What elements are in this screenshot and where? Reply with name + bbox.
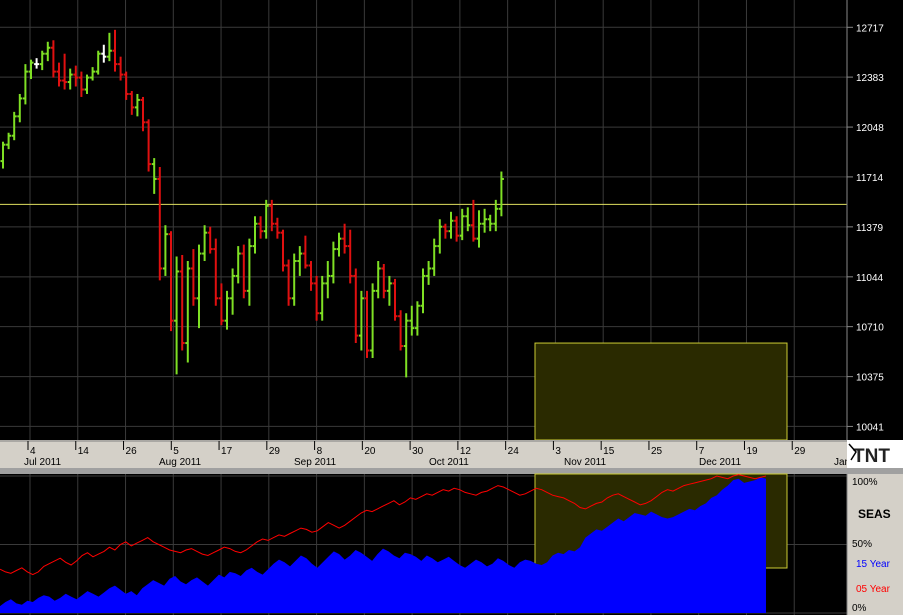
pct-0-label: 0% (852, 603, 867, 614)
chart-canvas: 1004110375107101104411379117141204812383… (0, 0, 903, 615)
x-day-label: 5 (173, 446, 179, 457)
tnt-logo[interactable]: TNT (847, 440, 903, 468)
x-day-label: 14 (78, 446, 90, 457)
x-day-label: 20 (364, 446, 376, 457)
x-day-label: 3 (555, 446, 561, 457)
logo-text: TNT (853, 446, 890, 467)
x-day-label: 29 (269, 446, 281, 457)
projection-band (534, 342, 788, 441)
x-month-label: Dec 2011 (699, 457, 742, 468)
y-tick-label: 11379 (856, 223, 884, 234)
x-day-label: 12 (460, 446, 472, 457)
x-day-label: 26 (126, 446, 138, 457)
x-month-label: Aug 2011 (159, 457, 202, 468)
x-day-label: 15 (603, 446, 615, 457)
pct-100-label: 100% (852, 477, 878, 488)
x-month-label: Jul 2011 (24, 457, 62, 468)
legend-15-year: 15 Year (856, 559, 891, 570)
y-tick-label: 10375 (856, 373, 884, 384)
y-tick-label: 10041 (856, 422, 884, 433)
panel-separator (0, 468, 903, 474)
x-day-label: 4 (30, 446, 36, 457)
seas-title: SEAS (858, 507, 891, 521)
x-day-label: 19 (746, 446, 758, 457)
x-day-label: 30 (412, 446, 424, 457)
x-day-label: 8 (317, 446, 323, 457)
y-tick-label: 11044 (856, 273, 884, 284)
pct-50-label: 50% (852, 539, 872, 550)
x-month-label: Sep 2011 (294, 457, 337, 468)
y-tick-label: 12717 (856, 23, 884, 34)
x-day-label: 25 (651, 446, 663, 457)
x-day-label: 7 (699, 446, 705, 457)
x-day-label: 29 (794, 446, 806, 457)
y-tick-label: 12383 (856, 73, 884, 84)
x-day-label: 17 (221, 446, 233, 457)
y-tick-label: 10710 (856, 323, 884, 334)
x-month-label: Nov 2011 (564, 457, 607, 468)
legend-05-year: 05 Year (856, 584, 891, 595)
x-month-label: Oct 2011 (429, 457, 469, 468)
y-tick-label: 11714 (856, 173, 884, 184)
x-day-label: 24 (508, 446, 520, 457)
y-tick-label: 12048 (856, 123, 884, 134)
